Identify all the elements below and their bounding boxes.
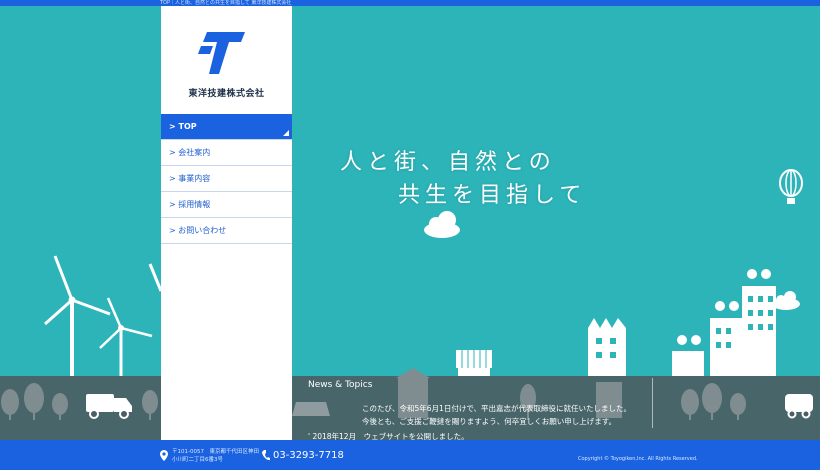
hero-tagline-line2: 共生を目指して bbox=[398, 183, 587, 208]
address-line: 〒101-0057 東京都千代田区神田 bbox=[172, 449, 259, 455]
nav-item-business[interactable]: > 事業内容 bbox=[161, 166, 292, 192]
nav-item-top[interactable]: > TOP bbox=[161, 114, 292, 140]
sidebar: 東洋技建株式会社 > TOP > 会社案内 > 事業内容 > 採用情報 > お問… bbox=[161, 6, 292, 440]
cloud-icon bbox=[424, 211, 460, 238]
wind-turbine-icon bbox=[99, 297, 153, 376]
address-line: 小川町二丁目6番3号 bbox=[172, 457, 223, 463]
nav-item-company[interactable]: > 会社案内 bbox=[161, 140, 292, 166]
company-name: 東洋技建株式会社 bbox=[188, 89, 265, 99]
nav-item-label: > お問い合わせ bbox=[169, 226, 227, 235]
nav-item-label: > 採用情報 bbox=[169, 200, 211, 209]
location-pin-icon bbox=[160, 450, 168, 461]
balloon-icon bbox=[779, 169, 803, 204]
news-title: News & Topics bbox=[308, 380, 373, 390]
truck-icon bbox=[86, 394, 132, 419]
nav-item-contact[interactable]: > お問い合わせ bbox=[161, 218, 292, 244]
cloud-icon bbox=[772, 291, 800, 310]
wind-turbine-icon bbox=[44, 255, 111, 376]
ev-charger-icon bbox=[785, 394, 813, 419]
logo-icon[interactable] bbox=[197, 28, 247, 76]
nav-item-label: > 事業内容 bbox=[169, 174, 211, 183]
building-icon bbox=[672, 269, 776, 376]
footer-phone[interactable]: 03-3293-7718 bbox=[273, 450, 344, 461]
news-scrollbar[interactable] bbox=[652, 378, 653, 428]
nav-item-label: > TOP bbox=[169, 122, 197, 131]
hero-tagline-line1: 人と街、自然との bbox=[340, 150, 556, 175]
footer-copyright: Copyright © Toyogiken,Inc. All Rights Re… bbox=[578, 456, 698, 462]
phone-icon bbox=[262, 450, 270, 461]
wind-turbine-icon bbox=[148, 263, 163, 292]
news-item-text: このたび、令和5年6月1日付けで、平出嘉志が代表取締役に就任いたしました。 bbox=[362, 404, 632, 413]
news-item[interactable]: このたび、令和5年6月1日付けで、平出嘉志が代表取締役に就任いたしました。 今後… bbox=[362, 402, 631, 428]
main-nav: > TOP > 会社案内 > 事業内容 > 採用情報 > お問い合わせ bbox=[161, 114, 292, 244]
footer-address: 〒101-0057 東京都千代田区神田 小川町二丁目6番3号 bbox=[172, 448, 259, 464]
nav-item-recruit[interactable]: > 採用情報 bbox=[161, 192, 292, 218]
corner-triangle-icon bbox=[283, 130, 289, 136]
building-icon bbox=[588, 318, 626, 376]
news-panel: News & Topics このたび、令和5年6月1日付けで、平出嘉志が代表取締… bbox=[292, 370, 664, 441]
nav-item-label: > 会社案内 bbox=[169, 148, 211, 157]
footer: 〒101-0057 東京都千代田区神田 小川町二丁目6番3号 03-3293-7… bbox=[0, 440, 820, 470]
news-item-text: 今後とも、ご支援ご鞭撻を賜りますよう、何卒宜しくお願い申し上げます。 bbox=[362, 417, 617, 426]
